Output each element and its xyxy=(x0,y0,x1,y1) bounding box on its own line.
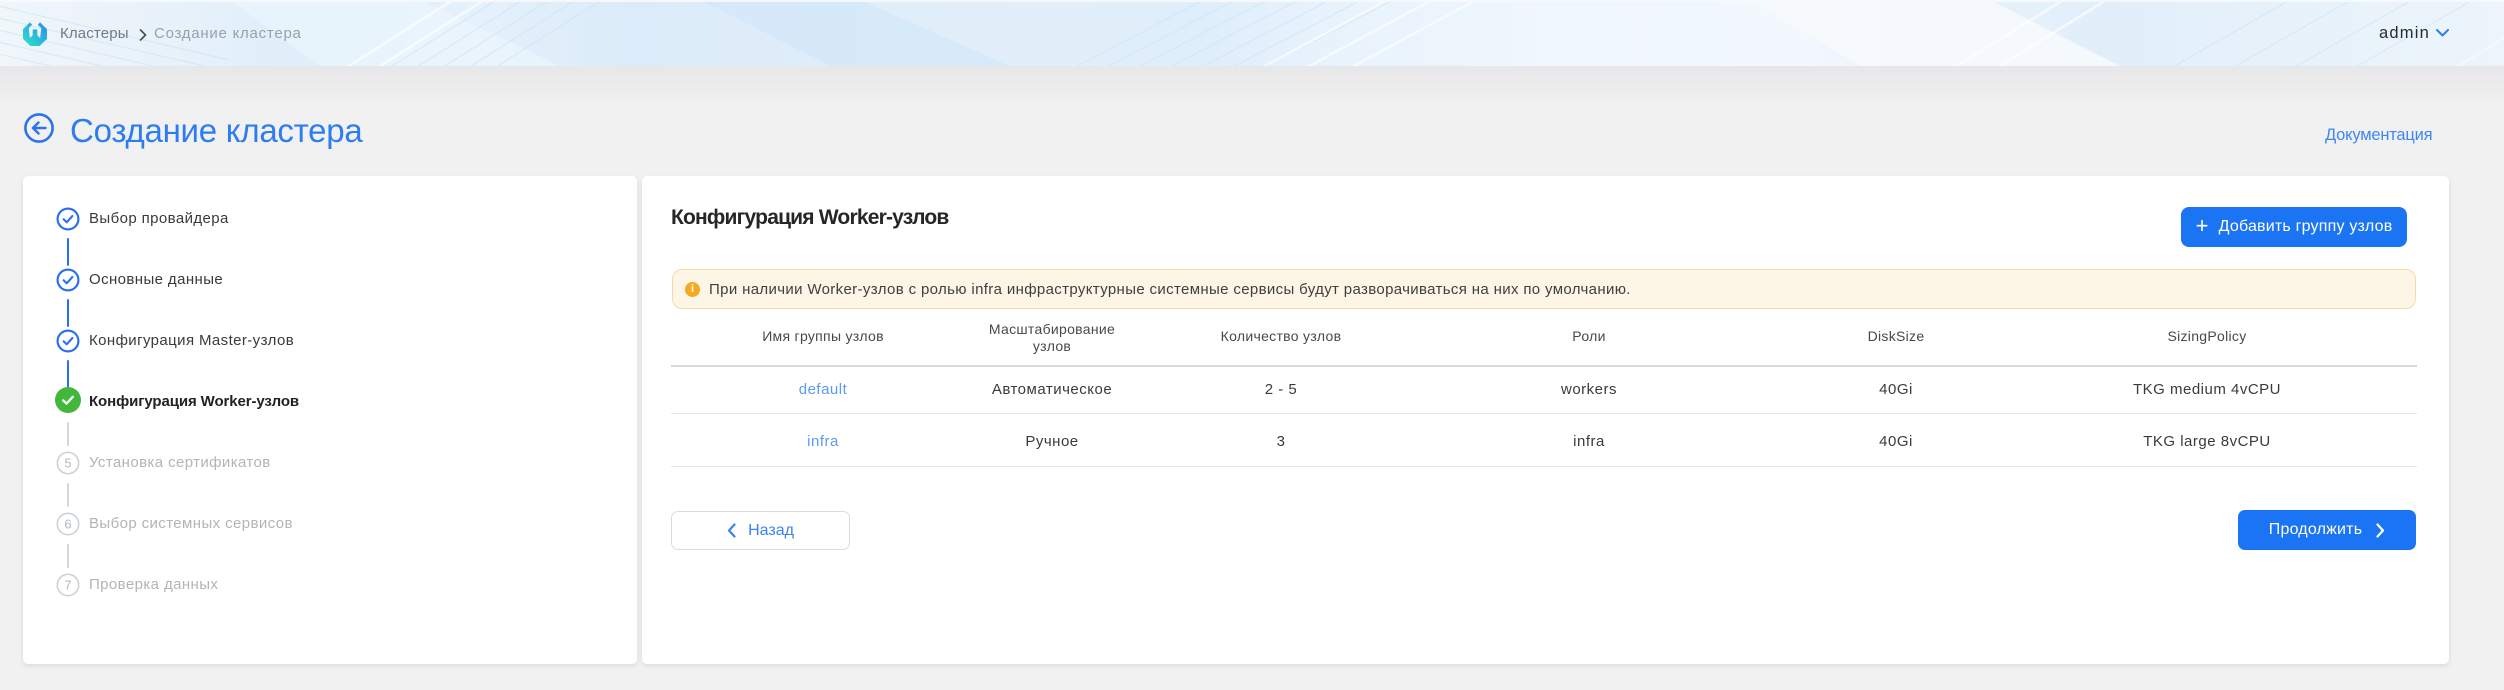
svg-text:6: 6 xyxy=(64,516,71,531)
svg-text:5: 5 xyxy=(64,455,71,470)
svg-text:7: 7 xyxy=(64,577,71,592)
